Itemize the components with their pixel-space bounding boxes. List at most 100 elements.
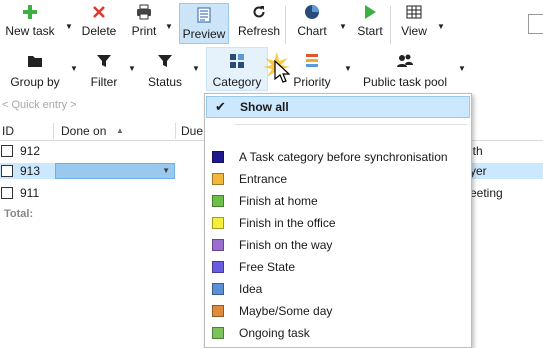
status-button[interactable]: Status — [144, 53, 186, 89]
category-label: Idea — [239, 282, 263, 296]
preview-button[interactable]: Preview — [179, 3, 229, 44]
users-icon — [397, 54, 413, 67]
main-toolbar: New task ▼ Delete Print ▼ Preview Refres… — [0, 0, 543, 45]
category-dropdown-menu: ✔ Show all A Task category before synchr… — [204, 93, 472, 348]
preview-label: Preview — [182, 27, 226, 41]
public-task-pool-dropdown-arrow[interactable]: ▼ — [458, 64, 466, 73]
category-button[interactable]: Category — [206, 47, 268, 91]
view-grid-icon — [406, 5, 422, 19]
sort-ascending-icon: ▲ — [116, 126, 124, 135]
done-on-cell-editor[interactable]: ▼ — [55, 163, 175, 179]
row-checkbox[interactable] — [1, 187, 13, 199]
printer-icon — [137, 4, 151, 20]
view-dropdown-arrow[interactable]: ▼ — [436, 22, 446, 32]
delete-button[interactable]: Delete — [80, 4, 118, 44]
category-color-swatch — [212, 283, 224, 295]
group-by-button[interactable]: Group by — [6, 53, 64, 89]
search-box-edge[interactable] — [528, 14, 543, 34]
quick-entry-input[interactable]: < Quick entry > — [0, 96, 210, 114]
funnel-icon — [97, 55, 111, 67]
refresh-icon — [253, 6, 265, 18]
category-color-swatch — [212, 261, 224, 273]
chevron-down-icon[interactable]: ▼ — [162, 166, 170, 175]
print-dropdown-arrow[interactable]: ▼ — [164, 22, 174, 32]
category-menu-item[interactable]: Free State — [206, 256, 470, 278]
new-task-label: New task — [5, 24, 55, 38]
category-tiles-icon — [230, 54, 244, 68]
delete-x-icon — [93, 6, 105, 18]
group-by-dropdown-arrow[interactable]: ▼ — [70, 64, 78, 73]
column-done-on[interactable]: Done on — [61, 124, 106, 138]
filter-button[interactable]: Filter — [86, 53, 122, 89]
filter-label: Filter — [90, 75, 118, 89]
category-label: A Task category before synchronisation — [239, 150, 448, 164]
category-color-swatch — [212, 327, 224, 339]
mouse-pointer-icon — [274, 60, 290, 83]
due-cell[interactable] — [175, 163, 205, 179]
column-separator[interactable] — [175, 123, 176, 139]
row-subject: yer — [470, 164, 487, 178]
category-menu-item[interactable]: Ongoing task — [206, 322, 470, 344]
chart-dropdown-arrow[interactable]: ▼ — [338, 22, 348, 32]
menu-item-show-all[interactable]: ✔ Show all — [206, 96, 470, 118]
priority-label: Priority — [293, 75, 331, 89]
priority-dropdown-arrow[interactable]: ▼ — [344, 64, 352, 73]
row-id: 913 — [20, 164, 41, 178]
status-label: Status — [147, 75, 183, 89]
delete-label: Delete — [81, 24, 117, 38]
refresh-button[interactable]: Refresh — [236, 4, 282, 44]
checkmark-icon: ✔ — [215, 99, 226, 114]
category-color-swatch — [212, 305, 224, 317]
row-checkbox[interactable] — [1, 165, 13, 177]
category-menu-item[interactable]: Finish at home — [206, 190, 470, 212]
pie-chart-icon — [305, 5, 319, 19]
category-menu-item[interactable]: Finish in the office — [206, 212, 470, 234]
show-all-label: Show all — [240, 100, 289, 114]
new-task-dropdown-arrow[interactable]: ▼ — [64, 22, 74, 32]
category-label: Finish in the office — [239, 216, 336, 230]
category-menu-item[interactable]: Finish on the way — [206, 234, 470, 256]
menu-blank-entry[interactable] — [235, 129, 467, 145]
toolbar-separator — [390, 6, 391, 44]
category-menu-item[interactable]: Maybe/Some day — [206, 300, 470, 322]
category-color-swatch — [212, 217, 224, 229]
priority-bars-icon — [306, 54, 318, 67]
status-dropdown-arrow[interactable]: ▼ — [192, 64, 200, 73]
category-label: Finish on the way — [239, 238, 333, 252]
category-menu-item[interactable]: Idea — [206, 278, 470, 300]
preview-page-icon — [197, 7, 211, 23]
row-subject: eeting — [470, 186, 503, 200]
column-separator[interactable] — [53, 123, 54, 139]
chart-button[interactable]: Chart — [294, 4, 330, 44]
filter-dropdown-arrow[interactable]: ▼ — [128, 64, 136, 73]
category-label: Finish at home — [239, 194, 318, 208]
start-label: Start — [357, 24, 383, 38]
category-menu-item[interactable]: A Task category before synchronisation — [206, 146, 470, 168]
row-checkbox[interactable] — [1, 145, 13, 157]
category-color-swatch — [212, 195, 224, 207]
category-label: Maybe/Some day — [239, 304, 333, 318]
total-row: Total: — [0, 207, 205, 223]
column-due[interactable]: Due — [181, 124, 203, 138]
category-color-swatch — [212, 151, 224, 163]
folder-icon — [28, 56, 42, 67]
start-button[interactable]: Start — [354, 4, 386, 44]
category-label: Entrance — [239, 172, 288, 186]
new-task-button[interactable]: New task — [4, 4, 56, 44]
category-color-swatch — [212, 173, 224, 185]
row-id: 911 — [20, 186, 40, 200]
print-button[interactable]: Print — [126, 4, 162, 44]
refresh-label: Refresh — [237, 24, 281, 38]
category-label: Ongoing task — [239, 326, 310, 340]
toolbar-separator — [285, 6, 286, 44]
play-icon — [365, 5, 376, 19]
public-task-pool-button[interactable]: Public task pool — [362, 53, 448, 89]
view-label: View — [401, 24, 427, 38]
category-color-swatch — [212, 239, 224, 251]
priority-button[interactable]: Priority — [290, 53, 334, 89]
status-funnel-icon — [158, 55, 172, 67]
column-id[interactable]: ID — [2, 124, 14, 138]
category-menu-item[interactable]: Entrance — [206, 168, 470, 190]
view-button[interactable]: View — [398, 4, 430, 44]
chart-label: Chart — [297, 24, 327, 38]
